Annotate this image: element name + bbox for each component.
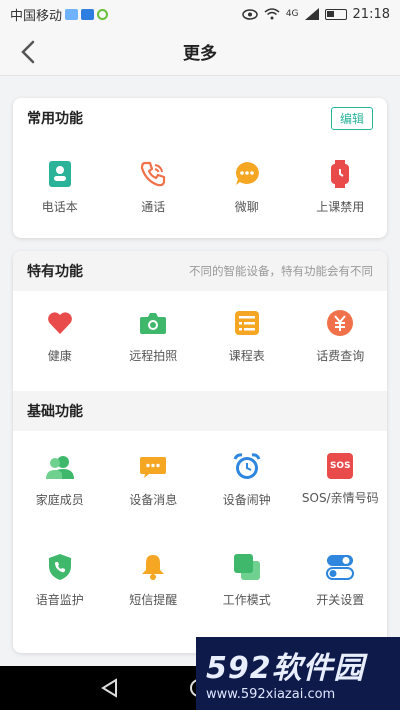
- eye-icon: [242, 8, 258, 20]
- notification-icon: [65, 8, 79, 20]
- func-label: 家庭成员: [35, 493, 84, 507]
- special-functions-header: 特有功能 不同的智能设备，特有功能会有不同: [13, 251, 387, 291]
- wifi-icon: [264, 8, 280, 20]
- func-sos-numbers[interactable]: SOS SOS/亲情号码: [294, 431, 388, 531]
- common-functions-title: 常用功能: [27, 111, 83, 127]
- app-notification-icon: [81, 8, 95, 20]
- chat-bubble-icon: [233, 160, 261, 188]
- basic-functions-title: 基础功能: [27, 404, 83, 420]
- watermark-title: 592软件园: [206, 651, 365, 686]
- nav-bar: 更多: [0, 28, 400, 76]
- func-schedule[interactable]: 课程表: [200, 291, 294, 375]
- basic-functions-row-1: 家庭成员 设备消息 设备闹钟 SOS SOS/亲情号码: [13, 431, 387, 531]
- schedule-icon: [233, 309, 261, 337]
- status-bar: 中国移动 4G 21:18: [0, 0, 400, 28]
- sos-badge-text: SOS: [329, 461, 351, 471]
- func-label: 设备消息: [129, 493, 178, 507]
- back-icon[interactable]: [18, 40, 40, 64]
- watermark-logo: 592软件园 www.592xiazai.com: [196, 637, 400, 710]
- common-functions-card: 常用功能 编辑 电话本 通话 微聊 上课禁用: [13, 98, 387, 238]
- network-type: 4G: [285, 9, 299, 19]
- camera-icon: [139, 309, 167, 337]
- layers-icon: [233, 553, 261, 581]
- func-label: 设备闹钟: [222, 493, 271, 507]
- signal-icon: [304, 8, 319, 20]
- func-label: 健康: [47, 349, 72, 363]
- func-label: 远程拍照: [129, 349, 178, 363]
- func-label: 电话本: [41, 200, 78, 214]
- func-label: 短信提醒: [129, 593, 178, 607]
- special-functions-title: 特有功能: [27, 264, 83, 280]
- page-title: 更多: [183, 44, 217, 64]
- functions-card: 特有功能 不同的智能设备，特有功能会有不同 健康 远程拍照 课程表 话费查询 基…: [13, 251, 387, 653]
- alarm-clock-icon: [233, 453, 261, 481]
- func-label: 语音监护: [35, 593, 84, 607]
- edit-button[interactable]: 编辑: [330, 106, 373, 130]
- func-label: 课程表: [228, 349, 265, 363]
- shield-phone-icon: [46, 553, 74, 581]
- special-functions-note: 不同的智能设备，特有功能会有不同: [189, 264, 373, 278]
- func-family-members[interactable]: 家庭成员: [13, 431, 107, 531]
- func-label: 上课禁用: [316, 200, 365, 214]
- func-label: 工作模式: [222, 593, 271, 607]
- func-sms-reminder[interactable]: 短信提醒: [107, 531, 201, 631]
- basic-functions-row-2: 语音监护 短信提醒 工作模式 开关设置: [13, 531, 387, 631]
- common-functions-grid: 电话本 通话 微聊 上课禁用: [13, 138, 387, 238]
- func-class-mode[interactable]: 上课禁用: [294, 138, 388, 238]
- func-label: 通话: [141, 200, 166, 214]
- func-label: 开关设置: [316, 593, 365, 607]
- clock-time: 21:18: [352, 6, 390, 22]
- sync-icon: [97, 8, 109, 20]
- phone-call-icon: [139, 160, 167, 188]
- func-device-messages[interactable]: 设备消息: [107, 431, 201, 531]
- carrier-name: 中国移动: [10, 8, 63, 24]
- func-device-alarm[interactable]: 设备闹钟: [200, 431, 294, 531]
- func-label: 微聊: [234, 200, 259, 214]
- battery-icon: [324, 8, 347, 20]
- common-functions-header: 常用功能 编辑: [13, 98, 387, 138]
- sos-icon: SOS: [327, 453, 354, 479]
- special-functions-grid: 健康 远程拍照 课程表 话费查询: [13, 291, 387, 391]
- watermark-url: www.592xiazai.com: [206, 687, 336, 702]
- toggle-icon: [326, 553, 355, 581]
- family-icon: [45, 453, 74, 481]
- func-label: SOS/亲情号码: [301, 491, 379, 505]
- bell-icon: [139, 553, 167, 581]
- watch-icon: [326, 160, 354, 188]
- heart-icon: [46, 309, 74, 337]
- func-switch-settings[interactable]: 开关设置: [294, 531, 388, 631]
- func-chat[interactable]: 微聊: [200, 138, 294, 238]
- phonebook-icon: [46, 160, 74, 188]
- message-icon: [139, 453, 167, 481]
- func-health[interactable]: 健康: [13, 291, 107, 375]
- system-back-icon[interactable]: [100, 678, 120, 698]
- func-work-mode[interactable]: 工作模式: [200, 531, 294, 631]
- func-phonebook[interactable]: 电话本: [13, 138, 107, 238]
- func-call[interactable]: 通话: [107, 138, 201, 238]
- func-voice-monitor[interactable]: 语音监护: [13, 531, 107, 631]
- yuan-icon: [326, 309, 354, 337]
- func-balance-query[interactable]: 话费查询: [294, 291, 388, 375]
- basic-functions-header: 基础功能: [13, 391, 387, 431]
- func-label: 话费查询: [316, 349, 365, 363]
- func-remote-photo[interactable]: 远程拍照: [107, 291, 201, 375]
